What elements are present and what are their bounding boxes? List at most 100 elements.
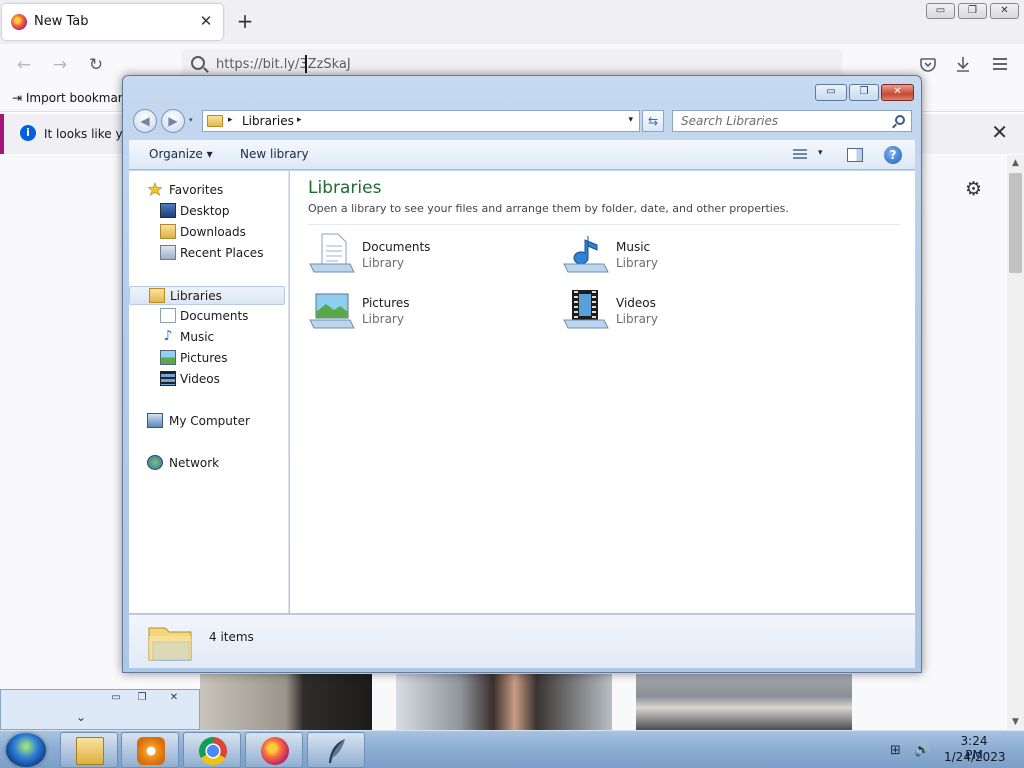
page-description: Open a library to see your files and arr… [308, 202, 789, 215]
taskbar-chrome[interactable] [183, 732, 241, 768]
downloads-folder-icon [160, 224, 176, 239]
details-pane: 4 items [129, 614, 915, 668]
back-arrow-icon[interactable]: ◀ [133, 109, 157, 133]
download-icon[interactable] [954, 55, 972, 73]
navigation-pane: Favorites Desktop Downloads Recent Place… [129, 171, 289, 613]
address-bar[interactable]: ▸ Libraries ▸ ▾ [202, 110, 640, 132]
top-site-tile-image[interactable] [396, 674, 612, 730]
import-icon: ⇥ [12, 91, 26, 105]
libraries-icon [149, 288, 165, 303]
view-options-dropdown-icon[interactable]: ▾ [818, 148, 823, 158]
firefox-icon [261, 737, 289, 765]
taskbar-explorer[interactable] [60, 732, 118, 768]
preview-pane-icon[interactable] [847, 148, 863, 162]
videos-icon [160, 371, 176, 386]
nav-videos[interactable]: Videos [139, 370, 279, 389]
nav-downloads[interactable]: Downloads [139, 223, 279, 242]
library-folder-icon [207, 115, 223, 127]
hamburger-menu-icon[interactable] [991, 56, 1009, 72]
chrome-icon [199, 737, 227, 765]
pictures-library-icon [309, 293, 355, 329]
tab-close-button[interactable]: ✕ [197, 12, 215, 30]
mini-minimize-button[interactable]: ▭ [105, 692, 127, 706]
scroll-down-arrow-icon[interactable]: ▼ [1007, 714, 1024, 730]
volume-icon[interactable]: 🔊 [914, 743, 930, 758]
new-tab-button[interactable]: + [234, 10, 256, 32]
music-library-icon [563, 236, 609, 273]
refresh-icon[interactable]: ⇆ [642, 110, 664, 132]
scrollbar-thumb[interactable] [1009, 173, 1022, 273]
top-site-tile-image[interactable] [200, 674, 372, 730]
library-documents[interactable]: Documents Library [308, 232, 548, 282]
tab-title: New Tab [34, 14, 89, 29]
scroll-up-arrow-icon[interactable]: ▲ [1007, 155, 1024, 171]
recent-pages-dropdown-icon[interactable]: ▾ [189, 116, 193, 124]
browser-minimize-button[interactable]: ▭ [926, 3, 955, 19]
browser-tab-new-tab[interactable]: New Tab ✕ [2, 4, 223, 40]
browser-close-button[interactable]: ✕ [990, 3, 1019, 19]
library-videos[interactable]: Videos Library [562, 288, 802, 338]
nav-recent-places[interactable]: Recent Places [139, 244, 279, 263]
nav-favorites[interactable]: Favorites [139, 181, 279, 200]
library-name: Music [616, 240, 651, 254]
help-icon[interactable]: ? [884, 146, 902, 164]
browser-tab-bar: New Tab ✕ + ▭ ❐ ✕ [0, 0, 1024, 44]
address-dropdown-icon[interactable]: ▾ [628, 115, 633, 125]
taskbar-media-player[interactable] [121, 732, 179, 768]
taskbar-feather-app[interactable] [307, 732, 365, 768]
pocket-icon[interactable] [919, 56, 937, 74]
forward-button[interactable]: → [49, 54, 71, 76]
divider [308, 224, 900, 225]
page-scrollbar[interactable]: ▲ ▼ [1007, 155, 1024, 730]
item-count: 4 items [209, 630, 254, 644]
minimized-window[interactable]: ▭ ❐ ✕ ⌄ [0, 689, 200, 730]
top-site-tile-image[interactable] [636, 674, 852, 730]
explorer-maximize-button[interactable]: ❐ [849, 84, 879, 101]
search-libraries-input[interactable]: Search Libraries [672, 110, 912, 132]
nav-music[interactable]: ♪ Music [139, 328, 279, 347]
clock-date[interactable]: 1/24/2023 [944, 750, 1006, 764]
mini-restore-button[interactable]: ❐ [131, 692, 153, 706]
network-globe-icon [147, 455, 163, 470]
feather-app-icon [329, 739, 345, 763]
search-icon [191, 56, 205, 70]
explorer-close-button[interactable]: ✕ [881, 84, 914, 101]
forward-arrow-icon[interactable]: ▶ [161, 109, 185, 133]
network-tray-icon[interactable]: ⊞ [890, 743, 901, 758]
search-icon[interactable] [895, 115, 905, 125]
library-type: Library [362, 256, 404, 270]
back-button[interactable]: ← [13, 54, 35, 76]
taskbar-firefox[interactable] [245, 732, 303, 768]
nav-network[interactable]: Network [139, 454, 279, 473]
organize-button[interactable]: Organize ▾ [149, 147, 213, 161]
breadcrumb-separator-icon[interactable]: ▸ [297, 115, 302, 125]
nav-documents[interactable]: Documents [139, 307, 279, 326]
settings-gear-icon[interactable]: ⚙ [965, 178, 982, 200]
nav-my-computer[interactable]: My Computer [139, 412, 279, 431]
library-type: Library [616, 256, 658, 270]
mini-close-button[interactable]: ✕ [163, 692, 185, 706]
change-view-icon[interactable] [793, 149, 807, 161]
nav-libraries[interactable]: Libraries [129, 286, 285, 305]
breadcrumb-separator-icon[interactable]: ▸ [228, 115, 233, 125]
videos-library-icon [563, 290, 609, 329]
library-pictures[interactable]: Pictures Library [308, 288, 548, 338]
pictures-icon [160, 350, 176, 365]
library-music[interactable]: Music Library [562, 232, 802, 282]
breadcrumb-libraries[interactable]: Libraries [242, 114, 294, 128]
browser-restore-button[interactable]: ❐ [958, 3, 987, 19]
info-icon: i [20, 125, 36, 141]
windows-explorer-icon [76, 737, 104, 765]
new-library-button[interactable]: New library [240, 147, 309, 161]
info-close-button[interactable]: ✕ [991, 122, 1008, 142]
page-title: Libraries [308, 178, 382, 198]
explorer-minimize-button[interactable]: ▭ [815, 84, 847, 101]
nav-pictures[interactable]: Pictures [139, 349, 279, 368]
chevron-down-icon[interactable]: ⌄ [76, 710, 86, 724]
libraries-folder-large-icon [148, 627, 192, 661]
library-name: Videos [616, 296, 656, 310]
documents-library-icon [309, 233, 355, 273]
reload-button[interactable]: ↻ [85, 54, 107, 76]
start-button-icon[interactable] [6, 733, 46, 767]
nav-desktop[interactable]: Desktop [139, 202, 279, 221]
